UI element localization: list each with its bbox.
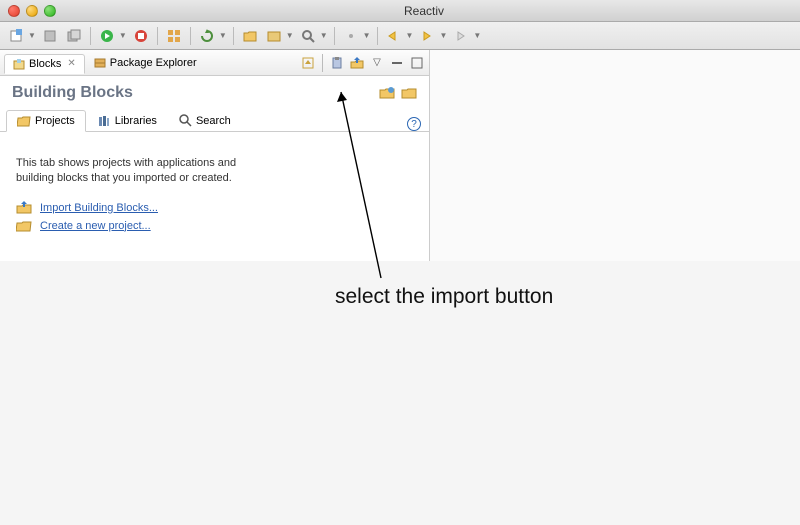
import-button[interactable] [349,55,365,71]
import-link-row: Import Building Blocks... [16,201,413,215]
save-all-button[interactable] [64,26,84,46]
dropdown-icon[interactable]: ▼ [363,31,371,40]
new-button[interactable] [6,26,26,46]
help-icon[interactable]: ? [407,117,421,131]
paste-button[interactable] [329,55,345,71]
panel-heading: Building Blocks [12,84,133,102]
dropdown-icon[interactable]: ▼ [219,31,227,40]
view-toolbar: ▽ [300,54,425,72]
maximize-button[interactable] [409,55,425,71]
window-titlebar: Reactiv [0,0,800,22]
tab-label: Blocks [29,58,61,70]
stop-button[interactable] [131,26,151,46]
dropdown-icon[interactable]: ▼ [320,31,328,40]
window-title: Reactiv [56,4,792,18]
dropdown-icon[interactable]: ▼ [286,31,294,40]
view-tabs: Blocks ✕ Package Explorer ▽ [0,50,429,76]
nav-button[interactable] [341,26,361,46]
tab-label: Package Explorer [110,57,197,69]
projects-tab-content: This tab shows projects with application… [0,132,429,261]
open-folder-button[interactable] [240,26,260,46]
subtab-label: Libraries [115,115,157,127]
projects-description: This tab shows projects with application… [16,156,276,187]
books-icon [97,115,111,127]
collapse-all-button[interactable] [300,55,316,71]
folder-button[interactable] [264,26,284,46]
blocks-panel: Blocks ✕ Package Explorer ▽ Building Blo… [0,50,430,261]
minimize-icon[interactable] [26,5,38,17]
dropdown-icon[interactable]: ▼ [439,31,447,40]
open-folder-icon[interactable] [401,86,417,100]
run-button[interactable] [97,26,117,46]
import-icon [16,201,32,215]
minimize-button[interactable] [389,55,405,71]
close-icon[interactable]: ✕ [67,58,75,69]
panel-heading-row: Building Blocks [0,76,429,106]
dropdown-icon[interactable]: ▼ [28,31,36,40]
subtab-libraries[interactable]: Libraries [86,110,168,132]
folder-open-icon [17,115,31,127]
dropdown-icon[interactable]: ▼ [119,31,127,40]
grid-button[interactable] [164,26,184,46]
zoom-icon[interactable] [44,5,56,17]
blocks-icon [13,58,25,70]
view-menu-icon[interactable]: ▽ [369,55,385,71]
new-folder-icon[interactable] [379,86,395,100]
sub-tabs: Projects Libraries Search ? [0,106,429,132]
close-icon[interactable] [8,5,20,17]
create-link-row: Create a new project... [16,219,413,233]
import-link[interactable]: Import Building Blocks... [40,202,158,214]
save-button[interactable] [40,26,60,46]
tab-blocks[interactable]: Blocks ✕ [4,54,85,74]
subtab-projects[interactable]: Projects [6,110,86,132]
subtab-label: Projects [35,115,75,127]
dropdown-icon[interactable]: ▼ [473,31,481,40]
dropdown-icon[interactable]: ▼ [406,31,414,40]
refresh-button[interactable] [197,26,217,46]
subtab-label: Search [196,115,231,127]
tab-package-explorer[interactable]: Package Explorer [85,53,206,73]
editor-area [430,50,800,261]
main-toolbar: ▼ ▼ ▼ ▼ ▼ ▼ ▼ ▼ ▼ [0,22,800,50]
create-link[interactable]: Create a new project... [40,220,151,232]
folder-open-icon [16,219,32,233]
subtab-search[interactable]: Search [168,109,242,132]
forward-button[interactable] [417,26,437,46]
traffic-lights [8,5,56,17]
back-button[interactable] [384,26,404,46]
package-icon [94,57,106,69]
search-icon [179,114,192,127]
search-button[interactable] [298,26,318,46]
out-button[interactable] [451,26,471,46]
annotation-text: select the import button [335,285,553,309]
